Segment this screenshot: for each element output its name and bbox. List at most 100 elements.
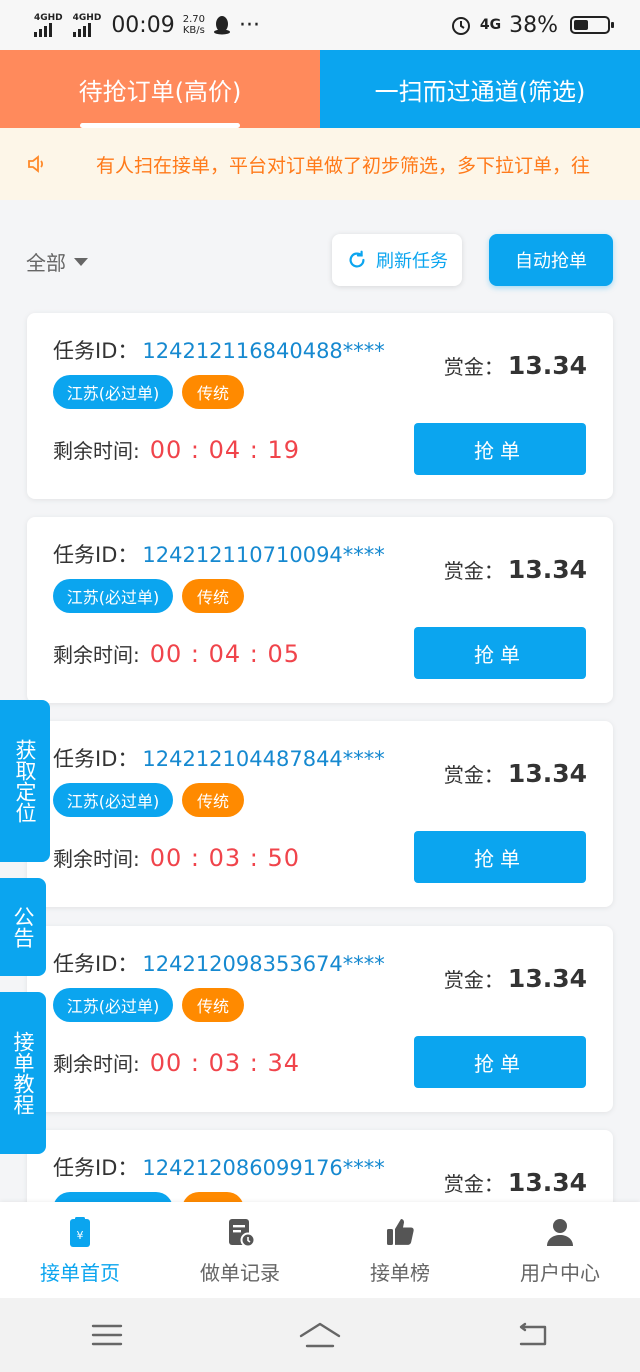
order-tabs: 待抢订单(高价) 一扫而过通道(筛选) [0,50,640,128]
order-card: 任务ID： 124212116840488**** 江苏(必过单) 传统 剩余时间… [27,313,613,499]
remaining-time-label: 剩余时间: [53,1052,140,1076]
remaining-time: 剩余时间: 00 : 03 : 34 [53,1048,300,1077]
nav-leaderboard[interactable]: 接单榜 [320,1202,480,1298]
task-id: 124212104487844**** [142,747,385,771]
announcement-label: 公告 [11,906,35,948]
remaining-time: 剩余时间: 00 : 04 : 05 [53,639,300,668]
grab-order-button[interactable]: 抢单 [414,627,586,679]
notice-bar[interactable]: 有人扫在接单，平台对订单做了初步筛选，多下拉订单，往 [0,128,640,200]
nav-label: 做单记录 [200,1260,280,1285]
refresh-tasks-button[interactable]: 刷新任务 [332,234,462,286]
reward-amount: 13.34 [507,759,587,788]
reward-label: 赏金： [443,355,504,379]
get-location-button[interactable]: 获取定位 [0,700,50,862]
status-right: 4G 38% [450,13,614,38]
grab-order-button[interactable]: 抢单 [414,831,586,883]
signal-1: 4GHD [34,13,63,37]
remaining-time-label: 剩余时间: [53,643,140,667]
grab-order-button[interactable]: 抢单 [414,423,586,475]
reward-amount: 13.34 [507,351,587,380]
order-tutorial-button[interactable]: 接单教程 [0,992,46,1154]
order-card: 任务ID： 124212110710094**** 江苏(必过单) 传统 剩余时间… [27,517,613,703]
task-id: 124212086099176**** [142,1156,385,1180]
user-icon [547,1218,573,1246]
reward-label: 赏金： [443,1172,504,1196]
signal-1-label: 4GHD [34,13,63,23]
speaker-icon [28,155,44,173]
nav-label: 接单首页 [40,1260,120,1285]
auto-grab-button[interactable]: 自动抢单 [489,234,613,286]
signal-2: 4GHD [72,13,102,37]
nav-user-center[interactable]: 用户中心 [480,1202,640,1298]
back-button[interactable] [503,1315,563,1355]
thumbs-up-icon [387,1218,414,1245]
reward-label: 赏金： [443,763,504,787]
task-id-label: 任务ID： [53,747,139,771]
refresh-icon [349,250,365,268]
type-tag: 传统 [182,988,244,1022]
task-id-line: 任务ID： 124212098353674**** [53,948,385,978]
network-type: 4G [479,17,502,33]
menu-icon [91,1324,122,1346]
countdown: 00 : 04 : 19 [149,435,301,464]
battery-icon [570,16,614,34]
home-button[interactable] [290,1315,350,1355]
tag-group: 江苏(必过单) 传统 [53,375,244,409]
refresh-label: 刷新任务 [376,251,448,272]
home-icon [299,1322,341,1348]
region-tag: 江苏(必过单) [53,783,173,817]
nav-label: 用户中心 [520,1260,600,1285]
remaining-time: 剩余时间: 00 : 03 : 50 [53,843,300,872]
type-tag: 传统 [182,783,244,817]
clock: 00:09 [111,12,175,38]
caret-down-icon [74,257,88,266]
reward: 赏金： 13.34 [444,964,587,993]
svg-text:¥: ¥ [77,1229,84,1242]
countdown: 00 : 03 : 50 [149,843,301,872]
signal-bars-icon [34,23,52,37]
reward: 赏金： 13.34 [444,759,587,788]
speed-unit: KB/s [182,25,205,36]
type-tag: 传统 [182,579,244,613]
nav-home[interactable]: ¥ 接单首页 [0,1202,160,1298]
remaining-time: 剩余时间: 00 : 04 : 19 [53,435,300,464]
nav-records[interactable]: 做单记录 [160,1202,320,1298]
tab-label: 待抢订单(高价) [78,77,242,106]
tag-group: 江苏(必过单) 传统 [53,988,244,1022]
notice-text: 有人扫在接单，平台对订单做了初步筛选，多下拉订单，往 [96,154,591,177]
task-id-line: 任务ID： 124212116840488**** [53,335,385,365]
network-speed: 2.70 KB/s [183,14,205,36]
reward-amount: 13.34 [507,1168,587,1197]
menu-button[interactable] [77,1315,137,1355]
filter-row: 全部 刷新任务 自动抢单 [0,233,640,289]
nav-label: 接单榜 [370,1260,430,1285]
signal-2-label: 4GHD [72,13,102,23]
reward-amount: 13.34 [507,555,587,584]
region-tag: 江苏(必过单) [53,579,173,613]
qq-penguin-icon [213,16,230,35]
reward-label: 赏金： [443,559,504,583]
remaining-time-label: 剩余时间: [53,439,140,463]
more-icon: ··· [238,12,260,38]
tab-quick-channel[interactable]: 一扫而过通道(筛选) [320,50,640,128]
task-id: 124212110710094**** [142,543,385,567]
status-left: 4GHD 4GHD 00:09 2.70 KB/s ··· [34,13,260,38]
task-id: 124212116840488**** [142,339,385,363]
order-tutorial-label: 接单教程 [11,1031,35,1115]
category-label: 全部 [26,251,66,275]
category-dropdown[interactable]: 全部 [26,247,88,276]
tag-group: 江苏(必过单) 传统 [53,579,244,613]
tab-high-price-orders[interactable]: 待抢订单(高价) [0,50,320,128]
speed-value: 2.70 [182,14,205,25]
reward-amount: 13.34 [507,964,587,993]
task-id-line: 任务ID： 124212086099176**** [53,1152,385,1182]
reward: 赏金： 13.34 [444,555,587,584]
order-clipboard-icon: ¥ [70,1216,90,1247]
grab-order-button[interactable]: 抢单 [414,1036,586,1088]
reward-label: 赏金： [443,968,504,992]
reward: 赏金： 13.34 [444,1168,587,1197]
task-id: 124212098353674**** [142,952,385,976]
announcement-button[interactable]: 公告 [0,878,46,976]
tab-label: 一扫而过通道(筛选) [374,77,586,106]
region-tag: 江苏(必过单) [53,988,173,1022]
